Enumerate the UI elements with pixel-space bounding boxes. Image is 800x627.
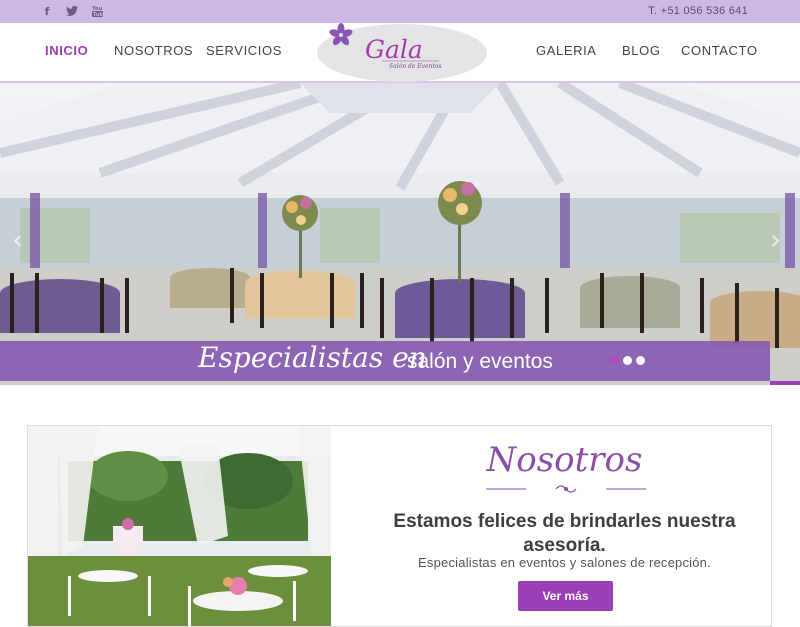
section-subheading: Especialistas en eventos y salones de re… <box>418 555 711 570</box>
section-title: Nosotros <box>486 440 643 480</box>
svg-text:Tube: Tube <box>93 12 103 17</box>
ornament-icon <box>486 482 646 496</box>
section-heading: Estamos felices de brindarles nuestra as… <box>393 511 736 556</box>
next-slide-icon[interactable]: › <box>770 223 781 256</box>
logo[interactable]: Gala Salón de Eventos <box>317 23 487 83</box>
nav-nosotros[interactable]: NOSOTROS <box>114 43 193 58</box>
hero-slider[interactable]: ‹ › Especialistas en salón y eventos <box>0 83 800 385</box>
slider-dot[interactable] <box>636 356 645 365</box>
logo-tagline: Salón de Eventos <box>389 63 442 70</box>
twitter-icon[interactable] <box>65 4 79 18</box>
hero-accent-line <box>770 381 800 385</box>
nav-inicio[interactable]: INICIO <box>45 43 88 58</box>
hero-caption: Especialistas en salón y eventos <box>0 341 770 381</box>
caption-script: Especialistas en <box>198 341 427 374</box>
caption-plain: salón y eventos <box>407 350 553 373</box>
prev-slide-icon[interactable]: ‹ <box>12 223 23 256</box>
nav-contacto[interactable]: CONTACTO <box>681 43 758 58</box>
slider-dot[interactable] <box>610 356 619 365</box>
hero-image <box>0 83 800 385</box>
main-nav: INICIO NOSOTROS SERVICIOS Gala Salón de … <box>0 23 800 83</box>
youtube-icon[interactable]: YouTube <box>90 4 104 18</box>
slider-dots <box>610 356 645 365</box>
nosotros-card: Nosotros Estamos felices de brindarles n… <box>27 425 772 627</box>
top-bar: f YouTube T. +51 056 536 641 <box>0 0 800 23</box>
nav-blog[interactable]: BLOG <box>622 43 661 58</box>
nav-galeria[interactable]: GALERIA <box>536 43 597 58</box>
phone-number: T. +51 056 536 641 <box>648 5 748 17</box>
nav-servicios[interactable]: SERVICIOS <box>206 43 282 58</box>
nosotros-image <box>28 426 331 626</box>
slider-dot[interactable] <box>623 356 632 365</box>
ver-mas-button[interactable]: Ver más <box>518 581 613 611</box>
logo-name: Gala <box>365 35 423 64</box>
facebook-icon[interactable]: f <box>40 4 54 18</box>
social-links: f YouTube <box>40 4 104 18</box>
